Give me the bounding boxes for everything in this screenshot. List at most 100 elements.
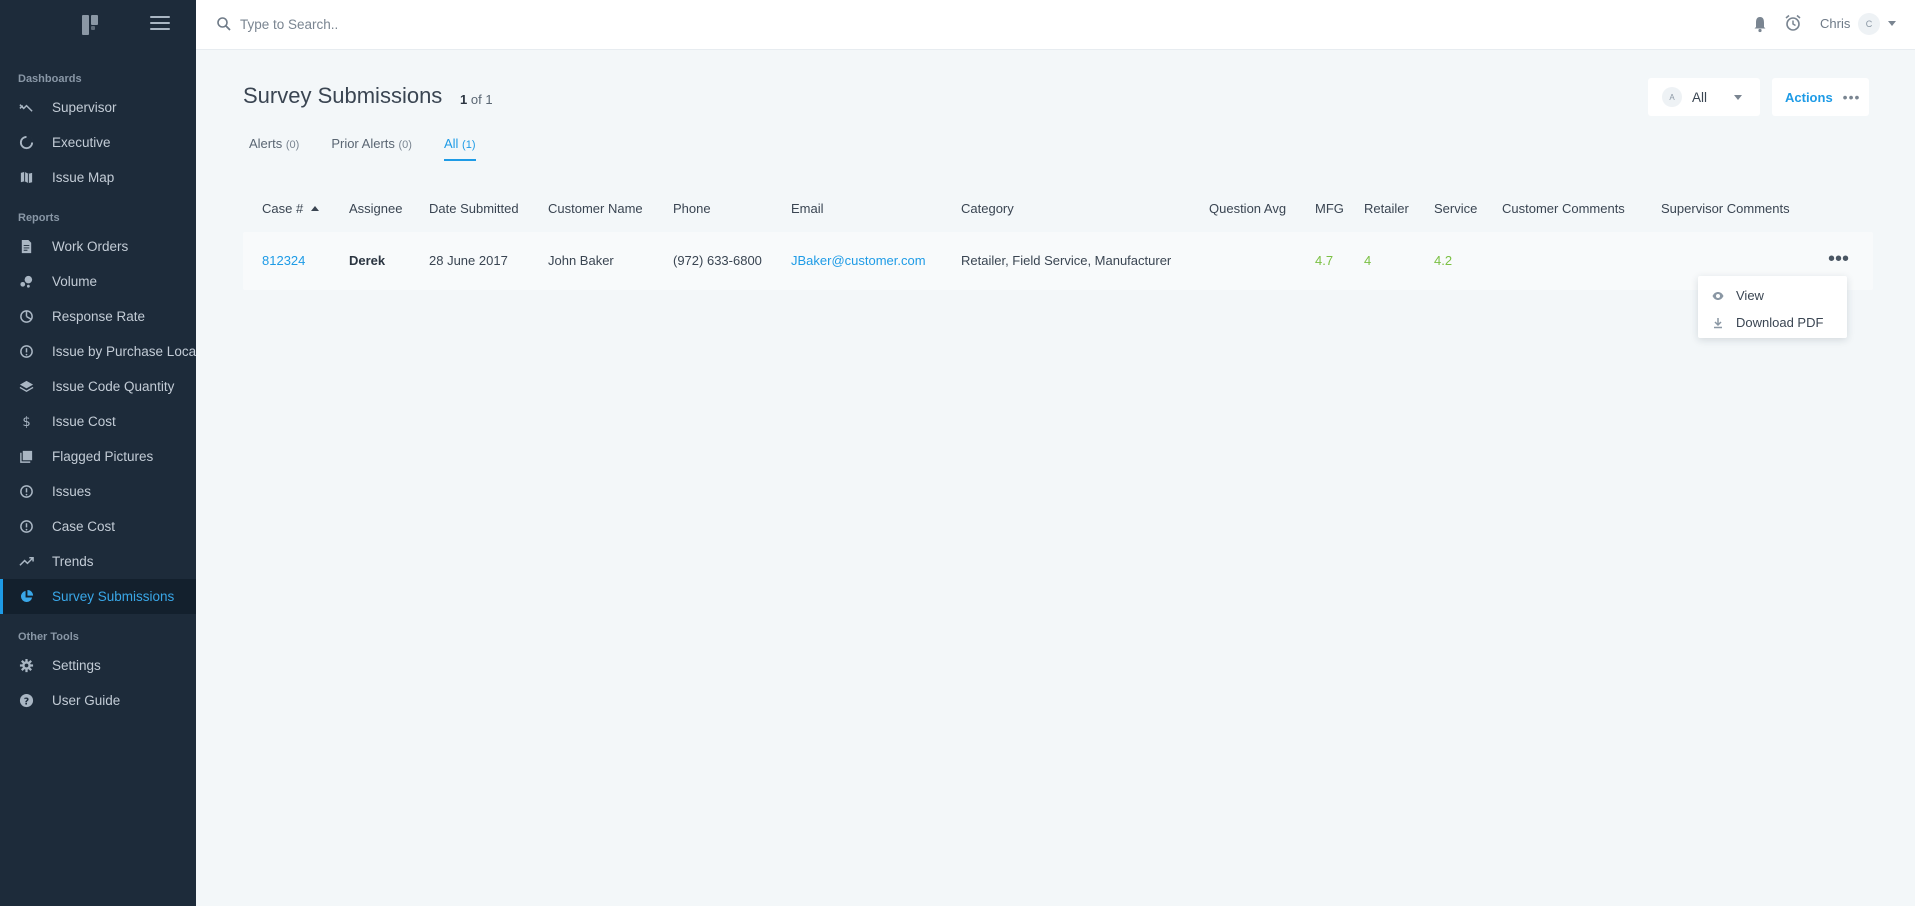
sidebar-item-flagged-pictures[interactable]: Flagged Pictures — [0, 439, 196, 474]
svg-text:?: ? — [23, 696, 28, 707]
search-icon — [217, 17, 231, 31]
circle-segment-icon — [18, 135, 34, 151]
sidebar-item-issue-map[interactable]: Issue Map — [0, 160, 196, 195]
table-row[interactable]: 812324 Derek 28 June 2017 John Baker (97… — [243, 232, 1873, 290]
sidebar-item-label: Issue Code Quantity — [52, 379, 175, 394]
chevron-down-icon[interactable] — [1888, 21, 1896, 26]
cell-email[interactable]: JBaker@customer.com — [791, 232, 926, 290]
pictures-icon — [18, 449, 34, 465]
filter-value: All — [1692, 89, 1708, 105]
alert-circle-icon — [18, 484, 34, 500]
bubbles-icon — [18, 274, 34, 290]
dollar-icon: $ — [18, 414, 34, 430]
sidebar-item-label: Flagged Pictures — [52, 449, 154, 464]
tab-alerts[interactable]: Alerts (0) — [249, 136, 299, 161]
column-header-email[interactable]: Email — [791, 190, 824, 228]
column-header-case[interactable]: Case # — [262, 190, 320, 228]
page-title: Survey Submissions — [243, 83, 443, 108]
tabs: Alerts (0) Prior Alerts (0) All (1) — [249, 136, 508, 161]
download-icon — [1714, 317, 1722, 328]
sidebar-item-label: Issue Map — [52, 170, 115, 185]
sidebar-item-trends[interactable]: Trends — [0, 544, 196, 579]
column-header-phone[interactable]: Phone — [673, 190, 711, 228]
sidebar-section-reports: Reports — [18, 212, 60, 224]
document-icon — [18, 239, 34, 255]
sidebar-item-label: Settings — [52, 658, 101, 673]
sidebar-item-executive[interactable]: Executive — [0, 125, 196, 160]
sidebar-item-issues[interactable]: Issues — [0, 474, 196, 509]
column-header-retailer[interactable]: Retailer — [1364, 190, 1409, 228]
tab-count: (1) — [462, 139, 476, 151]
actions-label: Actions — [1785, 89, 1833, 105]
table-header: Case # Assignee Date Submitted Customer … — [243, 190, 1873, 228]
sidebar-item-case-cost[interactable]: Case Cost — [0, 509, 196, 544]
more-horizontal-icon: ••• — [1842, 89, 1861, 105]
menu-item-view[interactable]: View — [1698, 282, 1847, 309]
sidebar-item-label: Supervisor — [52, 100, 117, 115]
tab-label: Prior Alerts — [331, 136, 395, 151]
column-header-customer-comments[interactable]: Customer Comments — [1502, 190, 1625, 228]
menu-item-download-pdf[interactable]: Download PDF — [1698, 309, 1847, 336]
sidebar-item-supervisor[interactable]: Supervisor — [0, 90, 196, 125]
sidebar-item-issue-by-purchase-location[interactable]: Issue by Purchase Location — [0, 334, 196, 369]
tab-label: Alerts — [249, 136, 283, 151]
bell-icon[interactable] — [1752, 15, 1768, 33]
top-bar: Chris C — [196, 0, 1915, 50]
sidebar-item-label: Trends — [52, 554, 94, 569]
column-header-mfg[interactable]: MFG — [1315, 190, 1344, 228]
pie-chart-icon — [18, 589, 34, 605]
menu-item-label: Download PDF — [1736, 315, 1824, 330]
menu-item-label: View — [1736, 288, 1764, 303]
sidebar-item-work-orders[interactable]: Work Orders — [0, 229, 196, 264]
sidebar-item-response-rate[interactable]: Response Rate — [0, 299, 196, 334]
column-header-category[interactable]: Category — [961, 190, 1014, 228]
sidebar-item-label: Issue Cost — [52, 414, 116, 429]
sidebar-item-label: Volume — [52, 274, 98, 289]
sidebar-item-survey-submissions[interactable]: Survey Submissions — [0, 579, 196, 614]
sidebar-item-label: Issue by Purchase Location — [52, 344, 196, 359]
tab-all[interactable]: All (1) — [443, 136, 476, 161]
menu-toggle-icon[interactable] — [150, 16, 170, 32]
cell-date-submitted: 28 June 2017 — [429, 253, 508, 268]
alarm-clock-icon[interactable] — [1784, 14, 1802, 32]
sidebar-item-settings[interactable]: Settings — [0, 648, 196, 683]
trend-up-icon — [18, 554, 34, 570]
alert-circle-icon — [18, 344, 34, 360]
sidebar-item-issue-code-quantity[interactable]: Issue Code Quantity — [0, 369, 196, 404]
tab-label: All — [443, 136, 459, 151]
sidebar-section-dashboards: Dashboards — [18, 73, 82, 85]
sidebar-item-label: Issues — [52, 484, 92, 499]
help-icon: ? — [18, 693, 34, 709]
user-name[interactable]: Chris — [1820, 16, 1850, 31]
cell-category: Retailer, Field Service, Manufacturer — [961, 253, 1172, 268]
sidebar-section-other-tools: Other Tools — [18, 631, 79, 643]
trend-down-icon — [18, 100, 34, 116]
cell-case-number[interactable]: 812324 — [262, 232, 305, 290]
sidebar-item-volume[interactable]: Volume — [0, 264, 196, 299]
map-icon — [18, 170, 34, 186]
column-header-supervisor-comments[interactable]: Supervisor Comments — [1661, 190, 1790, 228]
column-header-service[interactable]: Service — [1434, 190, 1477, 228]
page-count-current: 1 — [460, 92, 468, 107]
cell-service-score: 4.2 — [1434, 253, 1453, 268]
alert-circle-icon — [18, 519, 34, 535]
sidebar-item-user-guide[interactable]: ? User Guide — [0, 683, 196, 718]
gear-icon — [18, 658, 34, 674]
column-header-assignee[interactable]: Assignee — [349, 190, 402, 228]
column-header-customer-name[interactable]: Customer Name — [548, 190, 643, 228]
avatar[interactable]: C — [1858, 13, 1880, 35]
sidebar-item-issue-cost[interactable]: $ Issue Cost — [0, 404, 196, 439]
sort-ascending-icon — [311, 206, 320, 212]
row-actions-menu: View Download PDF — [1698, 276, 1847, 338]
cell-customer-name: John Baker — [548, 253, 614, 268]
actions-button[interactable]: Actions ••• — [1772, 78, 1869, 116]
column-header-question-avg[interactable]: Question Avg — [1209, 190, 1286, 228]
tab-prior-alerts[interactable]: Prior Alerts (0) — [331, 136, 412, 161]
search-input[interactable] — [240, 12, 640, 36]
sidebar-item-label: User Guide — [52, 693, 121, 708]
tab-count: (0) — [398, 139, 412, 151]
filter-avatar: A — [1662, 87, 1682, 107]
brand-logo-icon[interactable] — [80, 13, 100, 37]
assignee-filter-select[interactable]: A All — [1648, 78, 1760, 116]
column-header-date-submitted[interactable]: Date Submitted — [429, 190, 519, 228]
